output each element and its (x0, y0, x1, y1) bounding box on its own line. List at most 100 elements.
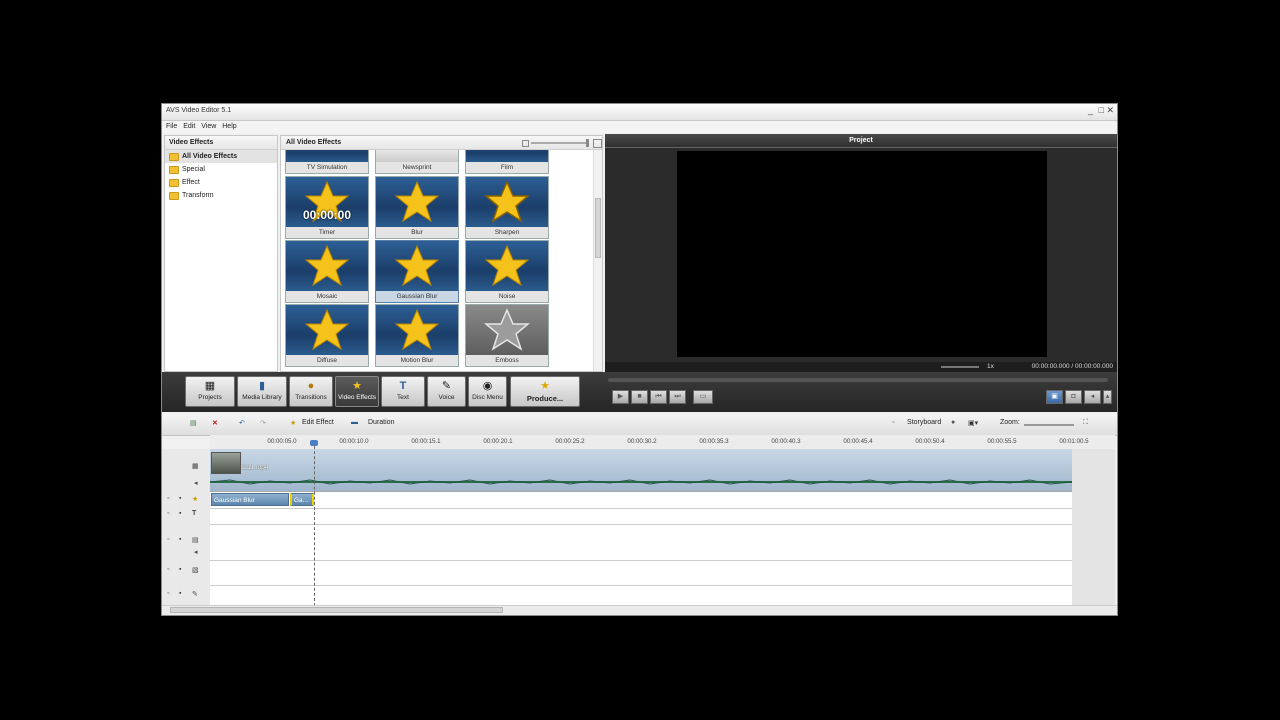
previous-frame-button[interactable]: ⏮ (650, 390, 667, 404)
add-media-icon[interactable]: ▤ (190, 419, 197, 427)
tree-item-label: Effect (182, 179, 200, 186)
lock-icon[interactable]: ▪ (179, 495, 181, 502)
lock-icon[interactable]: ▪ (179, 566, 181, 573)
speaker-icon: ◂ (194, 549, 198, 556)
effect-label: Timer (286, 227, 368, 238)
close-button[interactable]: ✕ (1106, 105, 1114, 116)
text-icon: T (399, 380, 407, 392)
menu-view[interactable]: View (201, 121, 216, 133)
effect-tv-simulation[interactable]: TV Simulation (285, 150, 369, 174)
effects-grid-panel: All Video Effects TV Simulation Newsprin… (280, 135, 603, 372)
media-library-button[interactable]: ▮ Media Library (237, 376, 287, 407)
video-effects-button[interactable]: ★ Video Effects (335, 376, 379, 407)
effect-diffuse[interactable]: Diffuse (285, 304, 369, 367)
fullscreen-preview-button[interactable]: ▭ (693, 390, 713, 404)
volume-button[interactable]: ◂ (1084, 390, 1101, 404)
video-track-icon: ▦ (192, 463, 199, 470)
monitor-button[interactable]: ▣ (1046, 390, 1063, 404)
playhead-marker[interactable] (310, 440, 318, 446)
video-clip[interactable]: 1111.mp4 (210, 449, 1072, 492)
tree-item-special[interactable]: Special (165, 163, 277, 176)
lock-icon[interactable]: ▪ (179, 510, 181, 517)
edit-effect-icon: ★ (290, 420, 297, 427)
tree-item-transform[interactable]: Transform (165, 189, 277, 202)
snapshot-button[interactable]: ◘ (1065, 390, 1082, 404)
speed-slider[interactable] (941, 366, 979, 368)
eye-icon[interactable]: ◦ (167, 536, 169, 543)
transitions-button[interactable]: ● Transitions (289, 376, 333, 407)
timeline-ruler[interactable]: 00:00:05.0 00:00:10.0 00:00:15.1 00:00:2… (210, 435, 1115, 450)
star-icon (394, 244, 440, 287)
duration-button[interactable]: Duration (368, 419, 394, 426)
star-icon (484, 244, 530, 287)
stop-button[interactable]: ■ (631, 390, 648, 404)
effect-motion-blur[interactable]: Motion Blur (375, 304, 459, 367)
folder-icon (169, 191, 179, 200)
tree-item-label: All Video Effects (182, 153, 238, 160)
effect-label: Newsprint (376, 162, 458, 173)
play-button[interactable]: ▶ (612, 390, 629, 404)
track-headers: ▦ ◂ ◦ ▪ ★ ◦ ▪ T ◦ ▪ ▤ ◂ ◦ ▪ ▧ ◦ ▪ ✎ (162, 449, 211, 607)
volume-dropdown[interactable]: ▴ (1103, 390, 1112, 404)
storyboard-button[interactable]: Storyboard (907, 419, 941, 426)
eye-icon[interactable]: ◦ (167, 566, 169, 573)
monitor-icon: ▣ (1051, 393, 1058, 400)
timeline-scrollbar[interactable] (162, 605, 1117, 615)
eye-icon[interactable]: ◦ (167, 510, 169, 517)
overlay-track-icon: ▤ (192, 537, 199, 544)
minimize-button[interactable]: _ (1088, 105, 1093, 115)
eye-icon[interactable]: ◦ (167, 495, 169, 502)
large-thumbs-icon[interactable] (593, 139, 602, 148)
ruler-tick: 00:00:40.3 (771, 438, 801, 445)
tree-item-effect[interactable]: Effect (165, 176, 277, 189)
edit-effect-button[interactable]: Edit Effect (302, 419, 334, 426)
effect-blur[interactable]: Blur (375, 176, 459, 239)
display-mode-icon[interactable]: ▣▾ (968, 419, 978, 427)
effect-mosaic[interactable]: Mosaic (285, 240, 369, 303)
eye-icon[interactable]: ◦ (167, 590, 169, 597)
effect-newsprint[interactable]: Newsprint (375, 150, 459, 174)
effect-timer[interactable]: 00:00:00 Timer (285, 176, 369, 239)
preview-status-bar: 1x 00:00:00.000 / 00:00:00.000 (605, 362, 1117, 372)
ruler-tick: 00:00:10.0 (339, 438, 369, 445)
thumb-size-slider[interactable] (531, 139, 589, 147)
preview-seek-bar[interactable] (608, 378, 1108, 382)
effect-label: TV Simulation (286, 162, 368, 173)
effect-emboss[interactable]: Emboss (465, 304, 549, 367)
effect-noise[interactable]: Noise (465, 240, 549, 303)
menu-file[interactable]: File (166, 121, 177, 133)
ruler-tick: 00:00:20.1 (483, 438, 513, 445)
redo-icon[interactable]: ↷ (260, 419, 266, 427)
effect-film[interactable]: Film (465, 150, 549, 174)
effect-label: Sharpen (466, 227, 548, 238)
effects-scrollbar[interactable] (593, 150, 602, 371)
tree-item-all-video-effects[interactable]: All Video Effects (165, 150, 277, 163)
maximize-button[interactable]: □ (1099, 105, 1104, 115)
disc-menu-button[interactable]: ◉ Disc Menu (468, 376, 507, 407)
ruler-tick: 00:00:05.0 (267, 438, 297, 445)
voice-record-icon[interactable]: ● (951, 419, 955, 426)
next-frame-button[interactable]: ⏭ (669, 390, 686, 404)
undo-icon[interactable]: ↶ (239, 419, 245, 427)
ruler-tick: 00:00:35.3 (699, 438, 729, 445)
voice-button[interactable]: ✎ Voice (427, 376, 466, 407)
lock-icon[interactable]: ▪ (179, 536, 181, 543)
menu-help[interactable]: Help (222, 121, 236, 133)
star-icon (484, 308, 530, 351)
effect-clip-selected[interactable]: Ga... (290, 493, 314, 506)
effect-label: Motion Blur (376, 355, 458, 366)
projects-button[interactable]: ▦ Projects (185, 376, 235, 407)
effect-gaussian-blur[interactable]: Gaussian Blur (375, 240, 459, 303)
effect-clip-gaussian-blur[interactable]: Gaussian Blur (211, 493, 289, 506)
zoom-slider[interactable] (1024, 424, 1074, 426)
small-thumbs-icon[interactable] (522, 140, 529, 147)
produce-button[interactable]: ★ Produce... (510, 376, 580, 407)
delete-icon[interactable]: ✕ (212, 419, 218, 427)
video-preview[interactable] (677, 151, 1047, 357)
menu-edit[interactable]: Edit (183, 121, 195, 133)
star-icon (394, 308, 440, 351)
effect-sharpen[interactable]: Sharpen (465, 176, 549, 239)
fit-timeline-icon[interactable]: ⛶ (1083, 419, 1088, 427)
text-button[interactable]: T Text (381, 376, 425, 407)
lock-icon[interactable]: ▪ (179, 590, 181, 597)
